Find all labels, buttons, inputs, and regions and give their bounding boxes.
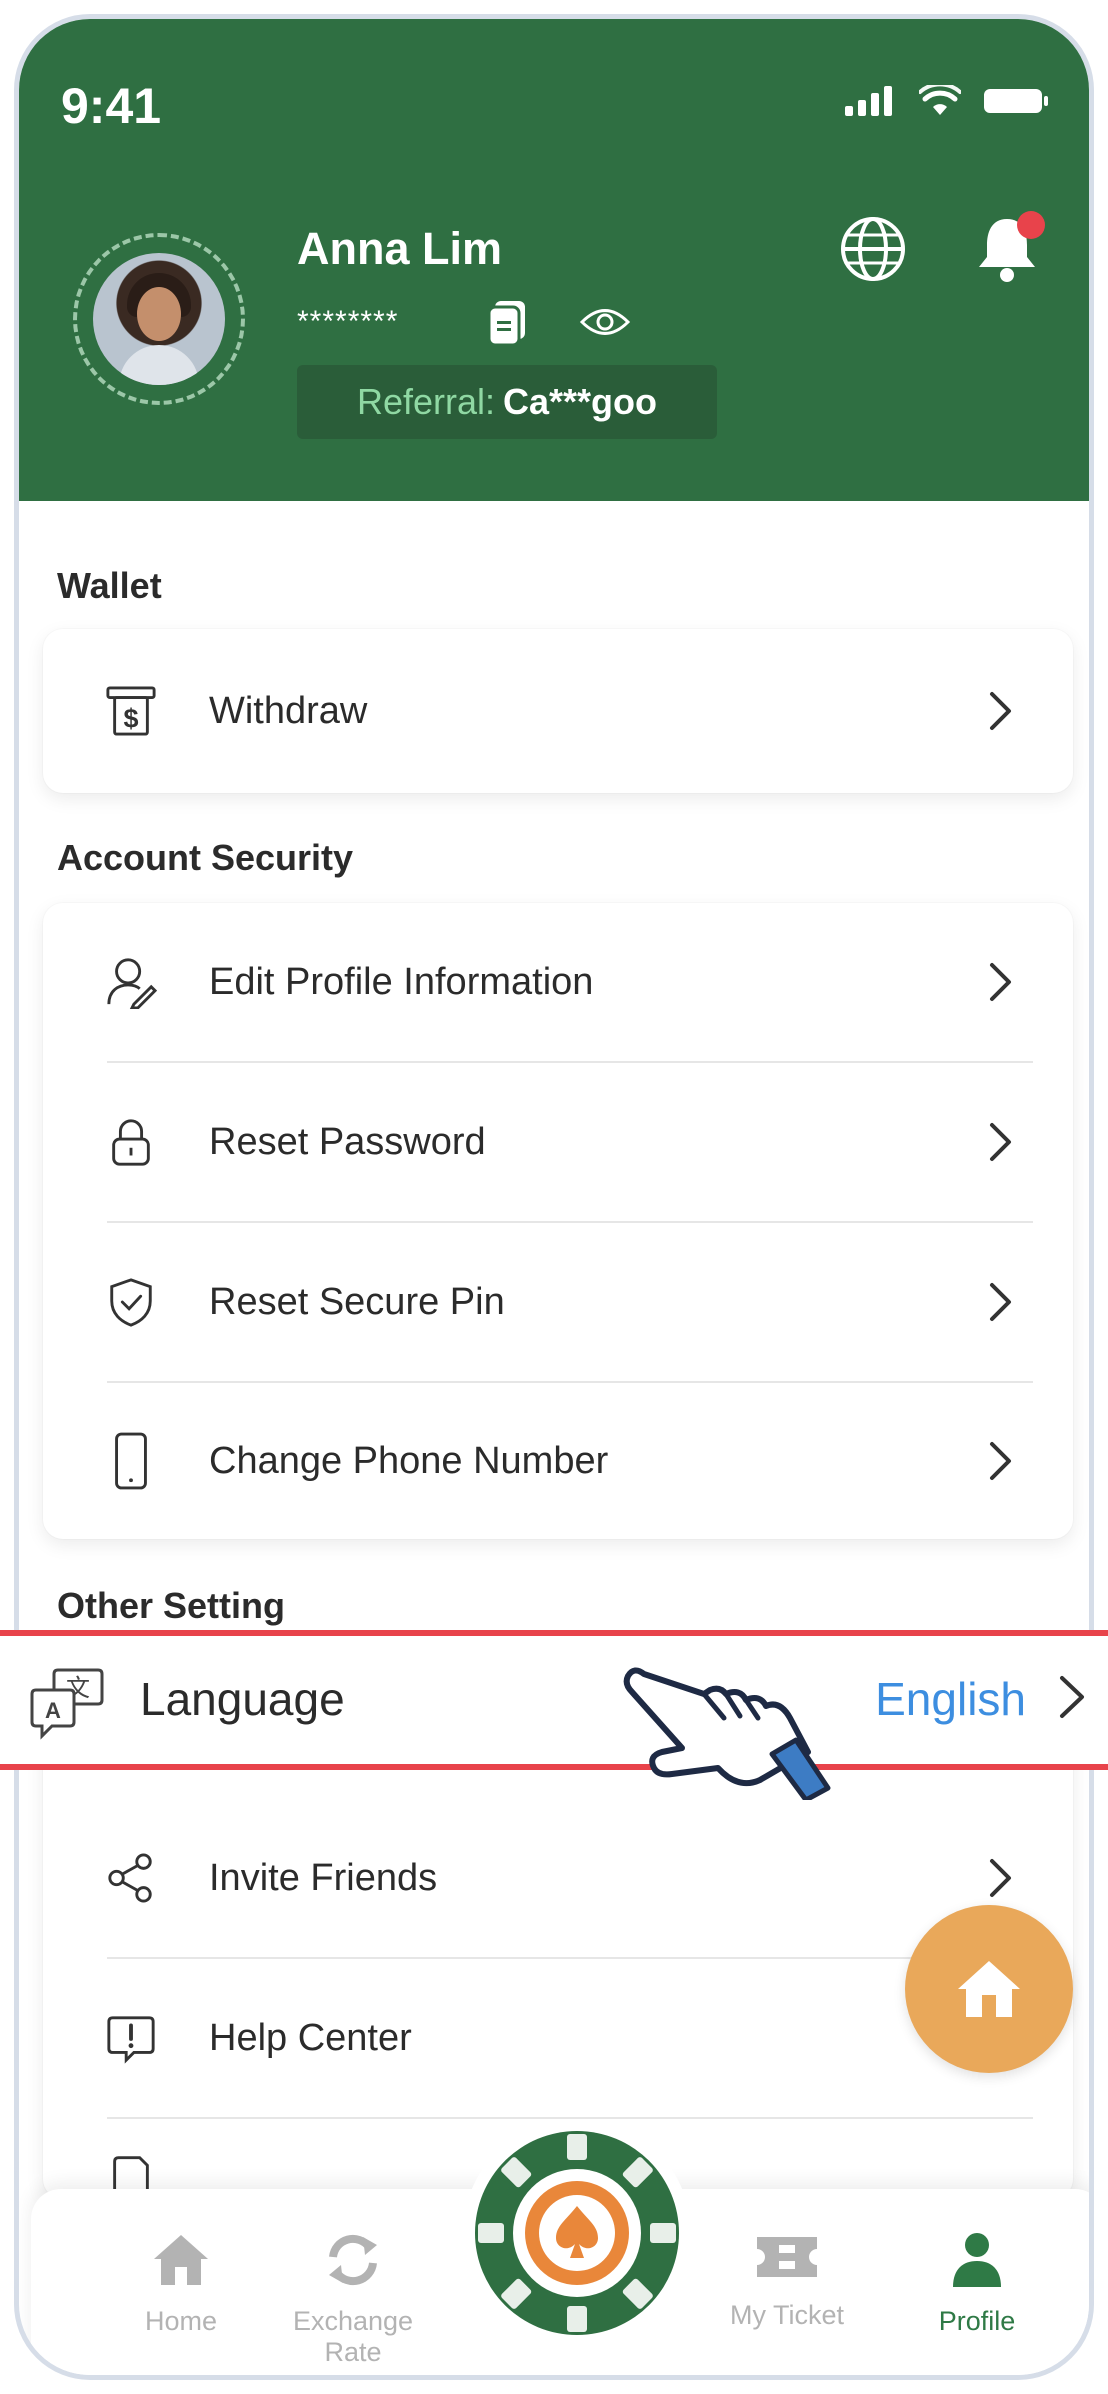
home-icon <box>154 2235 208 2285</box>
status-time: 9:41 <box>61 78 162 134</box>
referral-badge[interactable]: Referral: Ca***goo <box>297 365 717 439</box>
share-icon <box>105 1852 157 1904</box>
menu-item-withdraw[interactable]: $ Withdraw <box>43 629 1073 793</box>
menu-item-label: Reset Secure Pin <box>209 1280 505 1323</box>
chevron-right-icon <box>990 963 1011 1001</box>
svg-text:$: $ <box>124 703 139 733</box>
atm-dollar-icon: $ <box>105 685 157 737</box>
nav-exchange-rate[interactable]: Exchange Rate <box>263 2231 443 2368</box>
eye-icon[interactable] <box>579 305 631 339</box>
language-label: Language <box>140 1673 345 1725</box>
phone-frame: 9:41 Anna Lim ******** Referral: Ca***go… <box>14 14 1094 2380</box>
language-value: English <box>875 1673 1026 1725</box>
tap-hand-pointer-icon <box>623 1667 831 1800</box>
referral-code: Ca***goo <box>503 381 658 422</box>
floating-home-button[interactable] <box>905 1905 1073 2073</box>
bell-icon[interactable] <box>975 209 1049 285</box>
menu-item-edit-profile[interactable]: Edit Profile Information <box>43 903 1073 1061</box>
nav-profile[interactable]: Profile <box>887 2231 1067 2337</box>
menu-item-label: Edit Profile Information <box>209 960 594 1003</box>
casino-chip-icon <box>475 2131 679 2335</box>
nav-my-ticket[interactable]: My Ticket <box>697 2231 877 2331</box>
svg-text:A: A <box>45 1698 61 1723</box>
menu-item-label: Help Center <box>209 2016 412 2059</box>
chevron-right-icon <box>1060 1676 1084 1718</box>
wifi-icon <box>919 85 961 115</box>
section-title-other-setting: Other Setting <box>57 1585 286 1626</box>
chevron-right-icon <box>990 692 1011 730</box>
referral-label: Referral: <box>356 381 495 422</box>
avatar[interactable] <box>73 233 245 405</box>
account-security-card: Edit Profile Information Reset Password <box>43 903 1073 1539</box>
lock-icon <box>105 1116 157 1168</box>
section-title-wallet: Wallet <box>57 565 162 606</box>
nav-label: Exchange Rate <box>292 2306 414 2367</box>
user-name: Anna Lim <box>297 223 503 274</box>
wallet-card: $ Withdraw <box>43 629 1073 793</box>
menu-item-reset-secure-pin[interactable]: Reset Secure Pin <box>43 1223 1073 1381</box>
menu-item-invite-friends[interactable]: Invite Friends <box>43 1799 1073 1957</box>
menu-item-reset-password[interactable]: Reset Password <box>43 1063 1073 1221</box>
nav-label: My Ticket <box>729 2300 844 2330</box>
center-casino-chip-button[interactable] <box>463 2119 691 2347</box>
refresh-icon <box>329 2234 377 2286</box>
menu-item-label: Change Phone Number <box>209 1439 609 1482</box>
ticket-icon <box>757 2237 817 2277</box>
nav-label: Profile <box>938 2306 1016 2336</box>
person-icon <box>953 2233 1001 2287</box>
section-title-account-security: Account Security <box>57 837 354 878</box>
battery-icon <box>984 89 1048 113</box>
menu-item-change-phone[interactable]: Change Phone Number <box>43 1383 1073 1539</box>
home-icon <box>958 1961 1020 2017</box>
menu-item-label: Reset Password <box>209 1120 486 1163</box>
translate-icon: 文 A <box>30 1668 104 1740</box>
nav-label: Home <box>144 2306 218 2336</box>
help-icon <box>105 2012 157 2064</box>
masked-account-id: ******** <box>297 305 399 338</box>
phone-icon <box>105 1432 157 1490</box>
menu-item-label: Invite Friends <box>209 1856 438 1899</box>
profile-header: 9:41 Anna Lim ******** Referral: Ca***go… <box>19 19 1089 501</box>
signal-icon <box>845 86 892 116</box>
chevron-right-icon <box>990 1283 1011 1321</box>
globe-icon[interactable] <box>839 215 907 283</box>
nav-home[interactable]: Home <box>91 2231 271 2337</box>
menu-item-label: Withdraw <box>209 689 368 732</box>
chevron-right-icon <box>990 1859 1011 1897</box>
status-icons <box>845 85 1049 117</box>
copy-icon[interactable] <box>487 299 531 347</box>
shield-check-icon <box>105 1276 157 1328</box>
chevron-right-icon <box>990 1123 1011 1161</box>
menu-item-language[interactable]: 文 A Language English <box>0 1630 1108 1770</box>
chevron-right-icon <box>990 1442 1011 1480</box>
avatar-photo <box>93 253 225 385</box>
user-edit-icon <box>105 956 157 1009</box>
